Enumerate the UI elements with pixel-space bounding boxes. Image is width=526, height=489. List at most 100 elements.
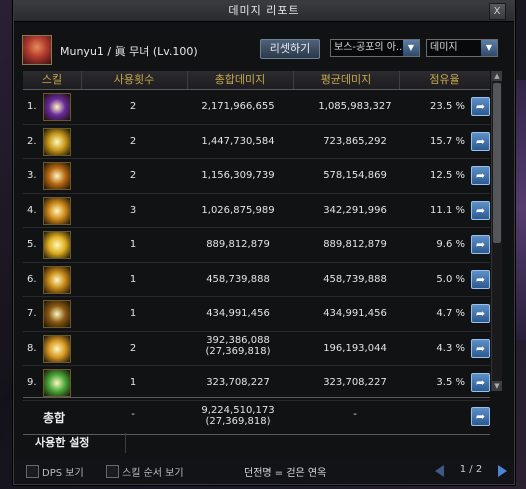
share-icon[interactable]: [471, 304, 490, 323]
dungeon-hint: 던전명 = 걷은 연옥: [244, 468, 327, 479]
damage-table: 스킬 사용횟수 총합데미지 평균데미지 점유율 1. 2 2,171,966,655…: [23, 71, 490, 401]
damage-share: 15.7 %: [430, 135, 465, 147]
type-dropdown[interactable]: 데미지 ▼: [426, 39, 498, 57]
damage-report-window: 데미지 리포트 X Munyu1 / 眞 무녀 (Lv.100) 리셋하기 보스…: [13, 0, 515, 485]
use-count: 3: [129, 204, 137, 216]
row-rank: 3.: [27, 170, 37, 181]
table-row: 4. 3 1,026,875,989 342,291,996 11.1 %: [23, 194, 490, 228]
share-icon[interactable]: [471, 200, 490, 220]
close-button[interactable]: X: [489, 3, 506, 20]
total-damage: 392,386,088 (27,369,818): [183, 335, 293, 357]
reset-button[interactable]: 리셋하기: [260, 39, 320, 59]
skill-icon[interactable]: [43, 231, 71, 259]
summary-row: 총합 - 9,224,510,173 (27,369,818) -: [23, 397, 490, 435]
row-rank: 4.: [27, 204, 37, 216]
table-row: 9. 1 323,708,227 323,708,227 3.5 %: [23, 366, 490, 401]
row-rank: 9.: [27, 377, 37, 388]
use-count: 1: [129, 308, 137, 319]
share-icon[interactable]: [471, 269, 490, 289]
share-icon[interactable]: [471, 235, 490, 254]
total-damage: 2,171,966,655: [201, 101, 275, 112]
skill-icon[interactable]: [43, 93, 71, 121]
used-settings-tab[interactable]: 사용한 설정: [23, 433, 126, 453]
summary-total: 9,224,510,173 (27,369,818): [183, 405, 293, 427]
total-damage: 434,991,456: [206, 308, 270, 319]
skill-icon[interactable]: [43, 265, 71, 294]
summary-share-icon[interactable]: [471, 407, 490, 426]
window-titlebar[interactable]: 데미지 리포트 X: [14, 1, 514, 22]
share-icon[interactable]: [471, 166, 490, 185]
table-body: 1.22,171,966,6551,085,983,32723.5 %2.21,…: [23, 90, 490, 401]
share-icon[interactable]: [471, 131, 490, 151]
total-damage-sub: (27,369,818): [205, 345, 271, 357]
column-skill[interactable]: 스킬: [23, 71, 82, 89]
row-rank: 6.: [27, 273, 37, 285]
skill-icon[interactable]: [43, 369, 71, 397]
chevron-down-icon: ▼: [403, 40, 419, 56]
average-damage: 434,991,456: [323, 308, 387, 319]
table-row: 7. 1 434,991,456 434,991,456 4.7 %: [23, 297, 490, 332]
damage-share: 9.6 %: [436, 239, 465, 250]
scroll-down-icon[interactable]: ▼: [492, 381, 502, 391]
scroll-up-icon[interactable]: ▲: [492, 71, 502, 81]
summary-uses: -: [131, 409, 135, 420]
summary-total-sub: (27,369,818): [205, 416, 271, 427]
row-rank: 7.: [27, 308, 37, 319]
damage-share: 23.5 %: [430, 101, 465, 112]
window-title: 데미지 리포트: [228, 4, 300, 17]
total-damage: 1,156,309,739: [201, 170, 275, 181]
prev-page-icon[interactable]: [435, 465, 444, 477]
average-damage: 196,193,044: [323, 342, 387, 354]
chevron-down-icon: ▼: [481, 40, 497, 56]
table-row: 5. 1 889,812,879 889,812,879 9.6 %: [23, 228, 490, 263]
row-rank: 2.: [27, 135, 37, 147]
target-dropdown-value: 보스-공포의 아...: [334, 42, 406, 53]
average-damage: 578,154,869: [323, 170, 387, 181]
target-dropdown[interactable]: 보스-공포의 아... ▼: [330, 39, 420, 57]
skill-icon[interactable]: [43, 334, 71, 363]
column-uses[interactable]: 사용횟수: [81, 71, 188, 89]
next-page-icon[interactable]: [498, 465, 507, 477]
column-share[interactable]: 점유율: [399, 71, 490, 89]
scroll-thumb[interactable]: [493, 83, 501, 243]
column-total-damage[interactable]: 총합데미지: [187, 71, 294, 89]
skill-icon[interactable]: [43, 162, 71, 190]
total-damage-value: 392,386,088: [206, 334, 270, 346]
average-damage: 723,865,292: [323, 135, 387, 147]
report-header: Munyu1 / 眞 무녀 (Lv.100) 리셋하기 보스-공포의 아... …: [14, 21, 514, 90]
row-rank: 1.: [27, 101, 37, 112]
column-average-damage[interactable]: 평균데미지: [293, 71, 400, 89]
total-damage: 458,739,888: [206, 273, 270, 285]
total-damage: 1,026,875,989: [201, 204, 275, 216]
character-avatar: [22, 35, 52, 65]
use-count: 2: [129, 342, 137, 354]
share-icon[interactable]: [471, 373, 490, 392]
average-damage: 889,812,879: [323, 239, 387, 250]
dps-checkbox[interactable]: [26, 465, 39, 478]
dps-label: DPS 보기: [42, 468, 84, 479]
row-rank: 8.: [27, 342, 37, 354]
type-dropdown-value: 데미지: [430, 42, 458, 53]
report-footer: DPS 보기 스킬 순서 보기 던전명 = 걷은 연옥 1 / 2: [14, 459, 514, 483]
summary-label: 총합: [43, 411, 66, 425]
share-icon[interactable]: [471, 97, 490, 116]
table-row: 8. 2 392,386,088 (27,369,818) 196,193,044 4.3…: [23, 332, 490, 366]
character-name: Munyu1 / 眞 무녀 (Lv.100): [60, 45, 198, 58]
table-row: 1. 2 2,171,966,655 1,085,983,327 23.5 %: [23, 90, 490, 125]
average-damage: 323,708,227: [323, 377, 387, 388]
average-damage: 1,085,983,327: [318, 101, 392, 112]
damage-share: 4.7 %: [436, 308, 465, 319]
skill-order-checkbox[interactable]: [106, 465, 119, 478]
table-scrollbar[interactable]: ▲ ▼: [491, 71, 502, 391]
skill-icon[interactable]: [43, 127, 71, 156]
total-damage: 323,708,227: [206, 377, 270, 388]
damage-share: 11.1 %: [430, 204, 465, 216]
total-damage: 1,447,730,584: [201, 135, 275, 147]
use-count: 1: [129, 273, 137, 285]
share-icon[interactable]: [471, 338, 490, 358]
skill-icon[interactable]: [43, 300, 71, 328]
total-damage: 889,812,879: [206, 239, 270, 250]
damage-share: 3.5 %: [436, 377, 465, 388]
skill-icon[interactable]: [43, 196, 71, 225]
damage-share: 5.0 %: [436, 273, 465, 285]
